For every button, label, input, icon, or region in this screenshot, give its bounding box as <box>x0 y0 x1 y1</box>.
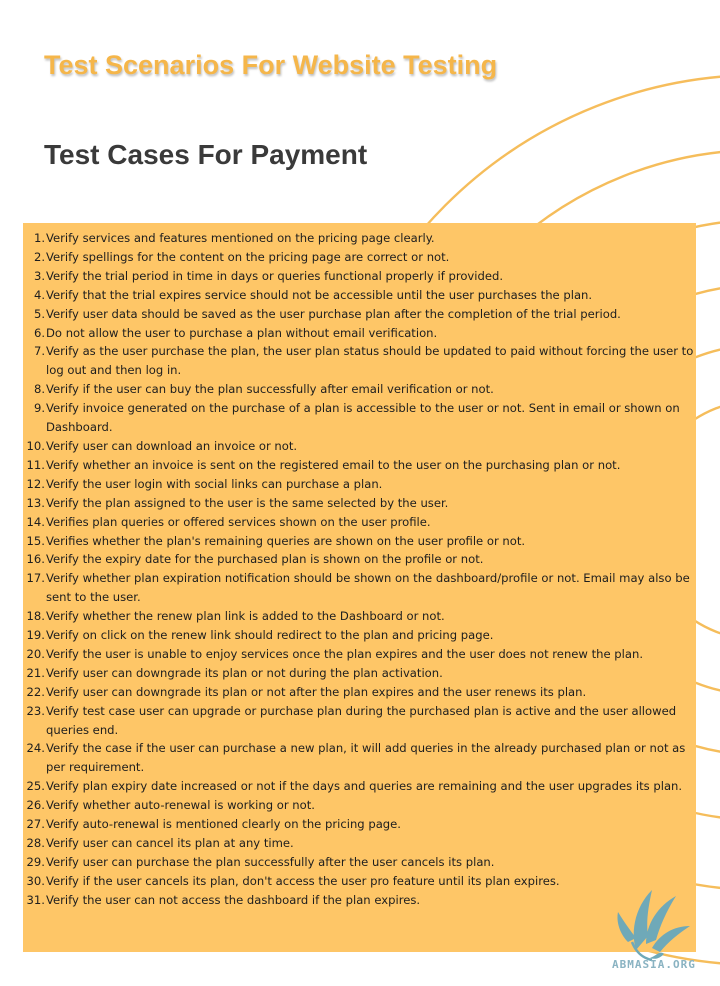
test-case-item: 5. Verify user data should be saved as th… <box>23 305 696 324</box>
case-text: Verify auto-renewal is mentioned clearly… <box>46 817 401 832</box>
test-case-item: 21. Verify user can downgrade its plan or… <box>23 664 696 683</box>
case-text: Verify the user is unable to enjoy servi… <box>46 646 644 661</box>
test-case-item: 27. Verify auto-renewal is mentioned clea… <box>23 815 696 834</box>
test-case-item: 18. Verify whether the renew plan link is… <box>23 607 696 626</box>
test-case-item: 29. Verify user can purchase the plan suc… <box>23 853 696 872</box>
test-case-item: 20. Verify the user is unable to enjoy se… <box>23 645 696 664</box>
case-number: 1. <box>33 231 45 245</box>
case-text: Verify user can downgrade its plan or no… <box>46 665 443 680</box>
case-text: Verify the user can not access the dashb… <box>46 892 421 907</box>
case-text: Verify user can downgrade its plan or no… <box>46 684 587 699</box>
test-case-item: 11. Verify whether an invoice is sent on … <box>23 456 696 475</box>
case-text: Verify test case user can upgrade or pur… <box>46 703 677 737</box>
test-case-item: 9. Verify invoice generated on the purcha… <box>23 399 696 437</box>
test-case-item: 16. Verify the expiry date for the purcha… <box>23 550 696 569</box>
case-text: Verify whether plan expiration notificat… <box>46 571 690 605</box>
case-number: 23. <box>26 703 45 718</box>
test-case-item: 3. Verify the trial period in time in day… <box>23 267 696 286</box>
case-number: 13. <box>26 495 45 510</box>
case-number: 6. <box>33 325 45 340</box>
case-number: 20. <box>26 646 45 661</box>
case-number: 25. <box>26 779 45 794</box>
test-case-item: 7. Verify as the user purchase the plan, … <box>23 342 696 380</box>
test-case-item: 2. Verify spellings for the content on th… <box>23 248 696 267</box>
case-number: 16. <box>26 552 45 567</box>
case-text: Verify the plan assigned to the user is … <box>46 495 449 510</box>
logo-text: ABMASIA.ORG <box>612 958 696 971</box>
case-number: 28. <box>26 836 45 850</box>
test-case-item: 23. Verify test case user can upgrade or … <box>23 702 696 740</box>
case-text: Verify user can cancel its plan at any t… <box>46 836 294 850</box>
case-number: 5. <box>33 306 45 321</box>
test-case-item: 8. Verify if the user can buy the plan su… <box>23 380 696 399</box>
case-number: 29. <box>26 854 45 869</box>
case-text: Verify plan expiry date increased or not… <box>46 779 683 794</box>
section-title: Test Cases For Payment <box>44 139 368 170</box>
test-case-item: 24. Verify the case if the user can purch… <box>23 739 696 777</box>
test-case-item: 1. Verify services and features mentioned… <box>23 229 696 248</box>
test-case-item: 19. Verify on click on the renew link sho… <box>23 626 696 645</box>
case-text: Verify whether an invoice is sent on the… <box>46 457 621 472</box>
case-number: 9. <box>33 401 45 416</box>
test-case-item: 17. Verify whether plan expiration notifi… <box>23 569 696 607</box>
case-number: 2. <box>33 249 45 264</box>
case-text: Verify as the user purchase the plan, th… <box>46 344 694 378</box>
case-number: 21. <box>26 665 45 680</box>
test-case-item: 22. Verify user can downgrade its plan or… <box>23 683 696 702</box>
case-text: Verify if the user cancels its plan, don… <box>46 873 560 888</box>
case-text: Verifies plan queries or offered service… <box>46 514 431 529</box>
test-cases-list: 1. Verify services and features mentioned… <box>23 229 696 910</box>
test-case-item: 14. Verifies plan queries or offered serv… <box>23 513 696 532</box>
test-case-item: 25. Verify plan expiry date increased or … <box>23 777 696 796</box>
case-text: Verify invoice generated on the purchase… <box>46 401 680 435</box>
case-text: Verify on click on the renew link should… <box>46 628 494 643</box>
case-text: Verify the user login with social links … <box>46 476 383 491</box>
case-text: Verify services and features mentioned o… <box>46 231 435 245</box>
case-text: Verify whether auto-renewal is working o… <box>46 798 315 813</box>
case-number: 24. <box>26 741 45 756</box>
test-case-item: 30. Verify if the user cancels its plan, … <box>23 872 696 891</box>
test-case-item: 13. Verify the plan assigned to the user … <box>23 494 696 513</box>
test-case-item: 15. Verifies whether the plan's remaining… <box>23 532 696 551</box>
case-text: Verify user can download an invoice or n… <box>46 438 298 453</box>
case-number: 30. <box>26 873 45 888</box>
test-case-item: 31. Verify the user can not access the da… <box>23 891 696 910</box>
case-text: Verify the expiry date for the purchased… <box>46 552 484 567</box>
page-title: Test Scenarios For Website Testing <box>44 50 498 80</box>
test-case-item: 26. Verify whether auto-renewal is workin… <box>23 796 696 815</box>
test-case-item: 4. Verify that the trial expires service … <box>23 286 696 305</box>
case-text: Verify spellings for the content on the … <box>46 249 450 264</box>
case-number: 22. <box>26 684 45 699</box>
case-text: Do not allow the user to purchase a plan… <box>46 325 438 340</box>
test-case-item: 10. Verify user can download an invoice o… <box>23 437 696 456</box>
case-text: Verify the trial period in time in days … <box>46 268 504 283</box>
case-number: 8. <box>33 382 45 397</box>
case-number: 12. <box>26 476 45 491</box>
test-case-item: 6. Do not allow the user to purchase a pl… <box>23 324 696 343</box>
case-number: 4. <box>33 287 45 302</box>
case-number: 27. <box>26 817 45 832</box>
case-text: Verify whether the renew plan link is ad… <box>46 609 445 624</box>
case-number: 7. <box>33 344 45 359</box>
case-number: 18. <box>26 609 45 624</box>
case-number: 10. <box>26 438 45 453</box>
test-case-item: 12. Verify the user login with social lin… <box>23 475 696 494</box>
case-text: Verify if the user can buy the plan succ… <box>46 382 494 397</box>
case-number: 31. <box>26 892 45 907</box>
case-number: 14. <box>26 514 45 529</box>
case-number: 17. <box>26 571 45 586</box>
case-text: Verify the case if the user can purchase… <box>46 741 686 775</box>
case-number: 3. <box>33 268 45 283</box>
case-number: 15. <box>26 533 45 548</box>
case-text: Verify user can purchase the plan succes… <box>46 854 495 869</box>
case-text: Verify that the trial expires service sh… <box>46 287 593 302</box>
case-number: 11. <box>26 457 45 472</box>
case-number: 26. <box>26 798 45 813</box>
case-number: 19. <box>26 628 45 643</box>
test-case-item: 28. Verify user can cancel its plan at an… <box>23 834 696 853</box>
case-text: Verify user data should be saved as the … <box>46 306 621 321</box>
case-text: Verifies whether the plan's remaining qu… <box>46 533 526 548</box>
